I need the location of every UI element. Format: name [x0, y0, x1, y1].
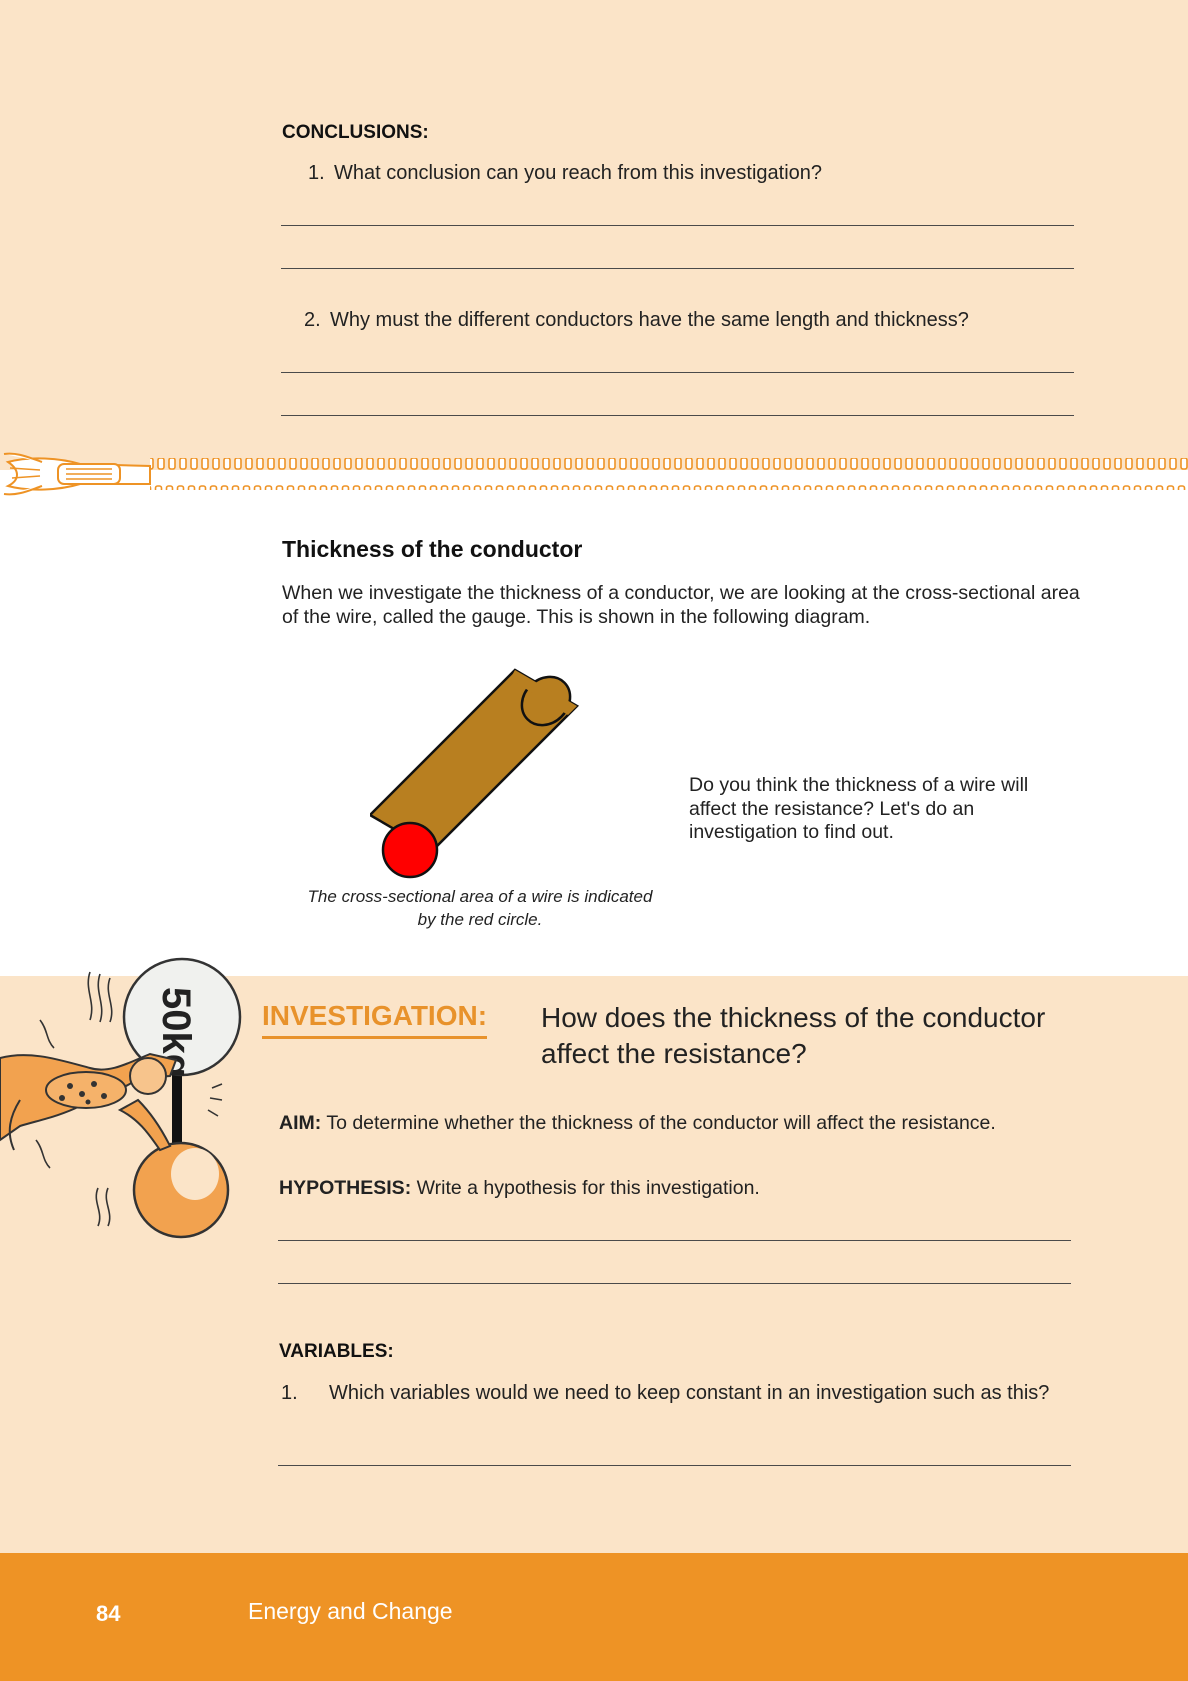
- answer-line[interactable]: [278, 1283, 1071, 1284]
- cross-section-circle: [381, 821, 439, 879]
- investigation-label: INVESTIGATION:: [262, 1000, 488, 1039]
- answer-line[interactable]: [281, 372, 1074, 373]
- answer-line[interactable]: [278, 1465, 1071, 1466]
- variables-question-1: 1. Which variables would we need to keep …: [281, 1381, 1075, 1405]
- question-text: What conclusion can you reach from this …: [334, 162, 823, 184]
- question-number: 2.: [304, 309, 321, 331]
- side-paragraph: Do you think the thickness of a wire wil…: [689, 774, 1029, 843]
- hypothesis-paragraph: HYPOTHESIS: Write a hypothesis for this …: [279, 1177, 1069, 1201]
- question-number: 1.: [281, 1382, 298, 1404]
- conclusions-label: CONCLUSIONS:: [282, 122, 429, 143]
- aim-label: AIM:: [279, 1112, 322, 1134]
- conclusion-question-1: 1. What conclusion can you reach from thi…: [308, 161, 822, 185]
- answer-line[interactable]: [281, 415, 1074, 416]
- intro-paragraph: When we investigate the thickness of a c…: [282, 582, 1080, 628]
- investigation-title: How does the thickness of the conductor …: [541, 1002, 1046, 1069]
- answer-line[interactable]: [278, 1240, 1071, 1241]
- hypothesis-text: Write a hypothesis for this investigatio…: [411, 1177, 760, 1199]
- weightlifter-illustration: 50kg: [0, 957, 242, 1239]
- page-footer: [0, 1553, 1188, 1681]
- hypothesis-label: HYPOTHESIS:: [279, 1177, 412, 1199]
- question-number: 1.: [308, 162, 325, 184]
- variables-label: VARIABLES:: [279, 1341, 394, 1362]
- conclusion-question-2: 2. Why must the different conductors have…: [304, 308, 969, 332]
- diagram-caption: The cross-sectional area of a wire is in…: [307, 887, 653, 929]
- aim-text: To determine whether the thickness of th…: [321, 1112, 996, 1134]
- zipper-divider: [0, 440, 1188, 496]
- aim-paragraph: AIM: To determine whether the thickness …: [279, 1112, 1069, 1136]
- section-heading: Thickness of the conductor: [282, 536, 583, 562]
- answer-line[interactable]: [281, 225, 1074, 226]
- page-number: 84: [96, 1601, 121, 1626]
- wire-diagram: [370, 668, 580, 879]
- answer-line[interactable]: [281, 268, 1074, 269]
- question-text: Why must the different conductors have t…: [330, 309, 969, 331]
- book-title: Energy and Change: [248, 1598, 453, 1624]
- question-text: Which variables would we need to keep co…: [329, 1382, 1050, 1404]
- top-section-background: [0, 0, 1188, 470]
